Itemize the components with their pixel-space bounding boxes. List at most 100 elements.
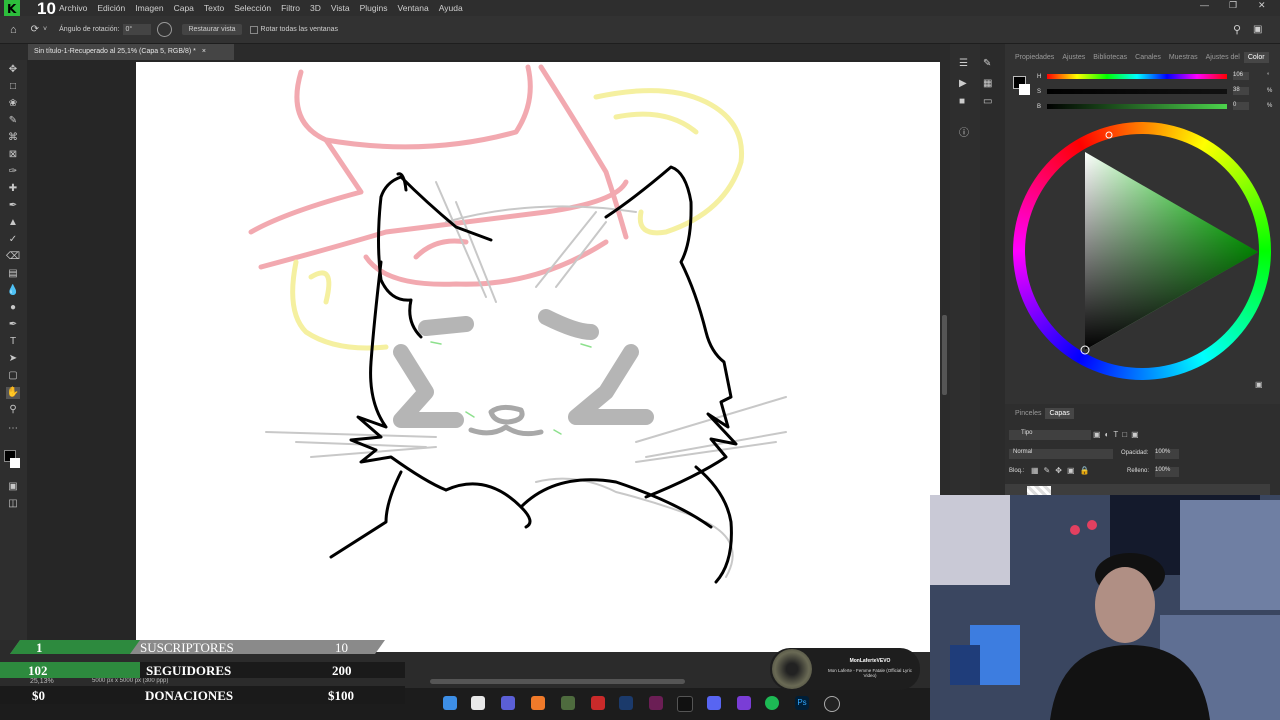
tab-pinceles[interactable]: Pinceles (1011, 410, 1045, 417)
maximize-icon[interactable]: ❐ (1229, 0, 1237, 11)
color-wheel[interactable] (1013, 122, 1271, 380)
reset-view-button[interactable]: Restaurar vista (182, 24, 242, 35)
path-select-tool-icon[interactable]: ➤ (6, 353, 20, 365)
swatches-grid-icon[interactable]: ▦ (983, 78, 992, 89)
info-icon[interactable]: ⓘ (959, 124, 969, 139)
menu-capa[interactable]: Capa (169, 3, 199, 13)
tab-ajustes[interactable]: Ajustes (1058, 54, 1089, 61)
store-icon[interactable] (501, 696, 515, 710)
collapsed-panel-strip: ☰ ✎ ▶ ▦ ■ ▭ ⓘ (950, 44, 992, 494)
document-tab-close[interactable]: × (202, 48, 206, 55)
app-icon-violet[interactable] (737, 696, 751, 710)
blend-mode-select[interactable]: Normal (1009, 449, 1113, 459)
discord-icon[interactable] (707, 696, 721, 710)
chevron-down-icon[interactable]: ˅ (43, 26, 47, 33)
move-tool-icon[interactable]: ✥ (6, 64, 20, 76)
menu-filtro[interactable]: Filtro (276, 3, 305, 13)
screen-mode-icon[interactable]: ◫ (6, 498, 20, 510)
type-tool-icon[interactable]: T (6, 336, 20, 348)
tab-ajustes-del[interactable]: Ajustes del (1202, 54, 1244, 61)
minimize-icon[interactable]: — (1200, 0, 1209, 10)
gradient-tool-icon[interactable]: ▤ (6, 268, 20, 280)
fill-label: Relleno: (1127, 468, 1150, 474)
history-brush-tool-icon[interactable]: ✓ (6, 234, 20, 246)
windows-start-icon[interactable] (443, 696, 457, 710)
app-icon-purple[interactable] (649, 696, 663, 710)
blur-tool-icon[interactable]: 💧 (6, 285, 20, 297)
hand-tool-icon[interactable]: ✋ (6, 387, 20, 399)
zoom-tool-icon[interactable]: ⚲ (6, 404, 20, 416)
layer-comps-icon[interactable]: ▭ (983, 96, 992, 107)
rotation-input[interactable]: 0° (123, 24, 152, 35)
drawing-canvas[interactable] (136, 62, 940, 652)
layer-filter-icons[interactable]: ▣◐T□▣ (1093, 430, 1143, 439)
canvas-scrollbar-horizontal[interactable] (430, 679, 685, 684)
photoshop-icon[interactable]: Ps (795, 696, 809, 710)
game-icon[interactable] (561, 696, 575, 710)
rectangle-tool-icon[interactable]: ▢ (6, 370, 20, 382)
steam-icon[interactable] (619, 696, 633, 710)
tab-canales[interactable]: Canales (1131, 54, 1165, 61)
search-icon[interactable]: ⚲ (1233, 23, 1241, 36)
quick-mask-icon[interactable]: ▣ (6, 481, 20, 493)
tab-capas[interactable]: Capas (1045, 408, 1074, 419)
menu-edicion[interactable]: Edición (92, 3, 130, 13)
rotate-all-checkbox[interactable] (249, 25, 258, 34)
brightness-slider[interactable] (1047, 104, 1227, 109)
opacity-value[interactable]: 100% (1155, 449, 1179, 459)
background-swatch[interactable] (1019, 84, 1030, 95)
workspace-icon[interactable]: ▣ (1253, 24, 1262, 35)
tiktok-icon[interactable] (677, 696, 693, 712)
crop-tool-icon[interactable]: ⌘ (6, 132, 20, 144)
fill-value[interactable]: 100% (1155, 467, 1179, 477)
hue-value[interactable]: 106 (1233, 72, 1249, 80)
frame-tool-icon[interactable]: ⊠ (6, 149, 20, 161)
quick-select-tool-icon[interactable]: ✎ (6, 115, 20, 127)
menu-ayuda[interactable]: Ayuda (434, 3, 468, 13)
app-icon-red[interactable] (591, 696, 605, 710)
actions-play-icon[interactable]: ▶ (959, 78, 967, 89)
tab-color[interactable]: Color (1243, 52, 1269, 63)
scrollbar-thumb[interactable] (942, 315, 947, 395)
menu-seleccion[interactable]: Selección (229, 3, 276, 13)
explorer-icon[interactable] (471, 696, 485, 710)
tab-bibliotecas[interactable]: Bibliotecas (1089, 54, 1131, 61)
more-tools-icon[interactable]: ⋯ (6, 423, 20, 435)
document-tab[interactable]: Sin título-1-Recuperado al 25,1% (Capa 5… (28, 44, 234, 60)
rotation-dial[interactable] (157, 22, 173, 37)
close-icon[interactable]: ✕ (1258, 0, 1266, 11)
menu-vista[interactable]: Vista (326, 3, 355, 13)
expand-icon[interactable]: ▣ (1255, 380, 1263, 389)
menu-plugins[interactable]: Plugins (355, 3, 393, 13)
menu-3d[interactable]: 3D (305, 3, 326, 13)
dodge-tool-icon[interactable]: ● (6, 302, 20, 314)
brush-settings-icon[interactable]: ✎ (983, 58, 991, 69)
saturation-value[interactable]: 38 (1233, 87, 1249, 95)
tab-muestras[interactable]: Muestras (1165, 54, 1202, 61)
brush-tool-icon[interactable]: ✒ (6, 200, 20, 212)
menu-imagen[interactable]: Imagen (130, 3, 168, 13)
eraser-tool-icon[interactable]: ⌫ (6, 251, 20, 263)
saturation-slider[interactable] (1047, 89, 1227, 94)
stamp-tool-icon[interactable]: ▲ (6, 217, 20, 229)
history-icon[interactable]: ☰ (959, 58, 968, 69)
pen-tool-icon[interactable]: ✒ (6, 319, 20, 331)
menu-texto[interactable]: Texto (199, 3, 229, 13)
brightness-value[interactable]: 0 (1233, 102, 1249, 110)
eyedropper-tool-icon[interactable]: ✑ (6, 166, 20, 178)
lasso-tool-icon[interactable]: ❀ (6, 98, 20, 110)
comments-icon[interactable]: ■ (959, 96, 965, 107)
marquee-tool-icon[interactable]: □ (6, 81, 20, 93)
tab-propiedades[interactable]: Propiedades (1011, 54, 1058, 61)
app-icon-orange[interactable] (531, 696, 545, 710)
home-icon[interactable]: ⌂ (10, 24, 17, 36)
hue-slider[interactable] (1047, 74, 1227, 79)
menu-ventana[interactable]: Ventana (393, 3, 434, 13)
obs-icon[interactable] (824, 696, 840, 712)
healing-tool-icon[interactable]: ✚ (6, 183, 20, 195)
lock-icons[interactable]: ▦✎✥▣🔒 (1031, 466, 1094, 475)
background-color-swatch[interactable] (10, 458, 20, 468)
layer-filter-select[interactable]: Tipo (1009, 430, 1091, 440)
rotate-view-tool-icon[interactable]: ⟳ (31, 24, 39, 35)
spotify-icon[interactable] (765, 696, 779, 710)
